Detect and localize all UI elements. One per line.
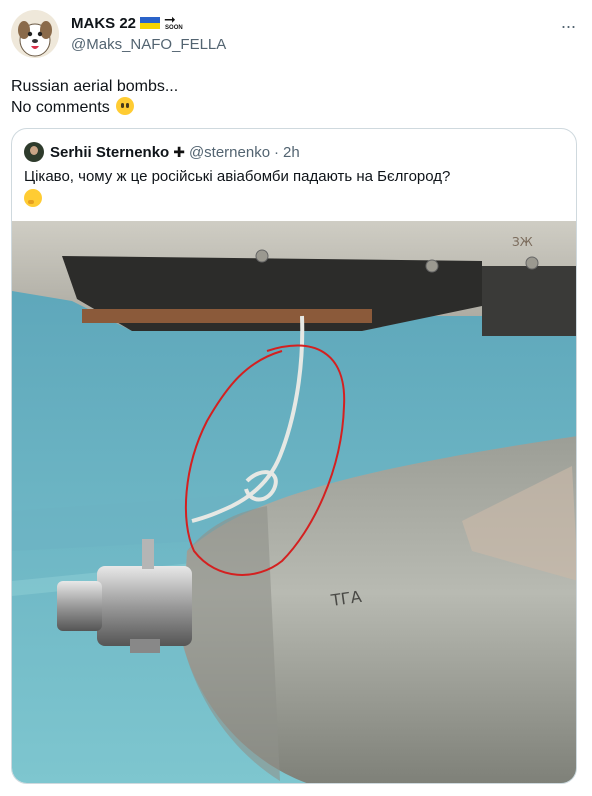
quoted-author-avatar[interactable]	[24, 142, 44, 162]
tweet[interactable]: MAKS 22 ➞ SOON @Maks_NAFO_FELLA ··· Russ…	[0, 0, 592, 796]
quoted-tweet[interactable]: Serhii Sternenko ✚ @sternenko · 2h Цікав…	[11, 128, 577, 784]
bomb-photo-image: ЗЖ ТГА	[12, 221, 576, 783]
quoted-author-name[interactable]: Serhii Sternenko	[50, 144, 169, 161]
author-handle[interactable]: @Maks_NAFO_FELLA	[71, 36, 226, 53]
quoted-tweet-text-body: Цікаво, чому ж це російські авіабомби па…	[24, 168, 451, 185]
tweet-text-line-2: No comments	[11, 99, 110, 116]
soon-label: SOON	[165, 25, 183, 31]
panel-stencil-text: ЗЖ	[512, 235, 533, 249]
more-options-button[interactable]: ···	[556, 16, 580, 36]
ukraine-flag-icon	[140, 17, 161, 29]
author-name-row: MAKS 22 ➞ SOON	[71, 11, 226, 33]
face-without-mouth-emoji-icon	[116, 97, 135, 115]
quoted-tweet-text: Цікаво, чому ж це російські авіабомби па…	[24, 167, 564, 207]
quoted-tweet-header: Serhii Sternenko ✚ @sternenko · 2h	[24, 142, 300, 162]
thinking-face-emoji-icon	[24, 189, 42, 207]
author-display-name[interactable]: MAKS 22	[71, 15, 136, 32]
dog-avatar-icon	[11, 10, 59, 58]
author-header: MAKS 22 ➞ SOON @Maks_NAFO_FELLA	[71, 11, 226, 53]
author-avatar[interactable]	[11, 10, 59, 58]
quoted-author-handle[interactable]: @sternenko	[189, 144, 270, 161]
cross-icon: ✚	[173, 143, 185, 160]
soon-arrow-icon: ➞ SOON	[164, 11, 183, 31]
more-icon: ···	[560, 15, 577, 36]
quoted-tweet-photo[interactable]: ЗЖ ТГА	[12, 221, 576, 783]
tweet-text: Russian aerial bombs... No comments	[11, 77, 178, 118]
tweet-text-line-1: Russian aerial bombs...	[11, 78, 179, 95]
separator-dot: ·	[274, 143, 280, 161]
quoted-tweet-time[interactable]: 2h	[283, 144, 300, 161]
